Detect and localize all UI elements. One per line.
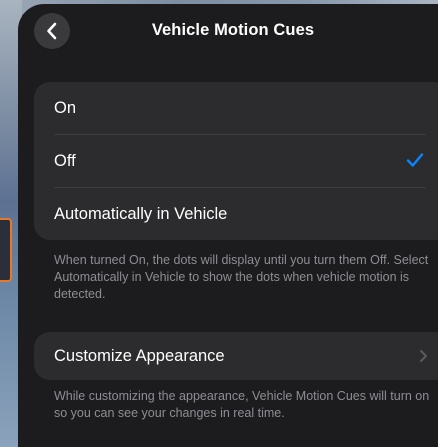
page-title: Vehicle Motion Cues <box>151 21 315 39</box>
customize-appearance-button[interactable]: Customize Appearance <box>34 332 438 380</box>
checkmark-icon <box>406 153 424 167</box>
option-on[interactable]: On <box>34 82 438 135</box>
option-on-label: On <box>54 99 77 117</box>
customize-appearance-label: Customize Appearance <box>54 346 225 365</box>
customize-appearance-group: Customize Appearance <box>34 332 438 380</box>
option-automatically-label: Automatically in Vehicle <box>54 205 228 223</box>
options-footnote: When turned On, the dots will display un… <box>54 253 429 301</box>
option-off[interactable]: Off <box>34 135 438 188</box>
mode-options-group: On Off Automatically in Vehicle <box>34 82 438 240</box>
chevron-right-icon <box>420 350 427 362</box>
customize-footnote: While customizing the appearance, Vehicl… <box>54 389 430 420</box>
screen: Vehicle Motion Cues On Off Automatically… <box>0 0 438 447</box>
navigation-bar: Vehicle Motion Cues <box>18 4 438 60</box>
option-off-label: Off <box>54 152 76 170</box>
side-widget-tab[interactable] <box>0 218 12 282</box>
settings-panel: Vehicle Motion Cues On Off Automatically… <box>18 4 438 447</box>
option-automatically-in-vehicle[interactable]: Automatically in Vehicle <box>34 188 438 241</box>
